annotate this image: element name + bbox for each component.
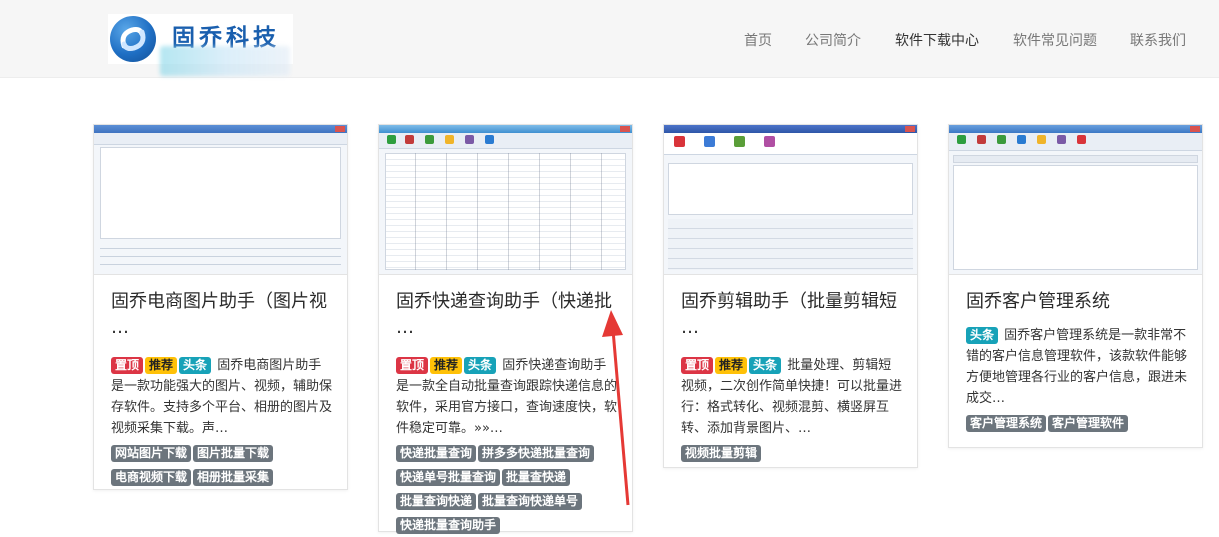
tag[interactable]: 批量查快递 [502,469,571,486]
close-icon [905,126,915,132]
product-title[interactable]: 固乔剪辑助手（批量剪辑短… [681,289,903,341]
product-card[interactable]: 固乔剪辑助手（批量剪辑短… 置顶 推荐 头条 批量处理、剪辑短视频，二次创作简单快捷… [663,124,918,468]
badge-top: 置顶 [681,357,714,374]
product-screenshot[interactable] [94,125,347,275]
nav-item-about[interactable]: 公司简介 [805,30,861,50]
product-card[interactable]: 固乔客户管理系统 头条 固乔客户管理系统是一款非常不错的客户信息管理软件，该款软… [948,124,1203,448]
blurred-region [160,46,290,76]
product-screenshot[interactable] [949,125,1202,275]
product-title[interactable]: 固乔电商图片助手（图片视… [111,289,333,341]
tag[interactable]: 客户管理系统 [966,415,1047,432]
nav-item-home[interactable]: 首页 [744,30,772,50]
tag-list: 网站图片下载 图片批量下载 电商视频下载 相册批量采集 [111,441,333,489]
tag[interactable]: 客户管理软件 [1048,415,1129,432]
tag[interactable]: 批量查询快递单号 [478,493,583,510]
tag[interactable]: 图片批量下载 [193,445,274,462]
badge-headline: 头条 [749,357,782,374]
badge-recommend: 推荐 [430,357,463,374]
tag-list: 视频批量剪辑 [681,441,903,465]
product-title[interactable]: 固乔快递查询助手（快递批… [396,289,618,341]
nav-item-contact[interactable]: 联系我们 [1130,30,1186,50]
product-description: 固乔客户管理系统是一款非常不错的客户信息管理软件，该款软件能够方便地管理各行业的… [966,328,1188,406]
tag[interactable]: 网站图片下载 [111,445,192,462]
tag[interactable]: 拼多多快递批量查询 [478,445,595,462]
nav-item-downloads[interactable]: 软件下载中心 [895,30,979,50]
tag[interactable]: 快递单号批量查询 [396,469,501,486]
badge-headline: 头条 [966,327,999,344]
badge-recommend: 推荐 [715,357,748,374]
product-screenshot[interactable] [379,125,632,275]
logo-swirl-icon [110,16,156,62]
product-screenshot[interactable] [664,125,917,275]
badge-recommend: 推荐 [145,357,178,374]
tag[interactable]: 视频批量剪辑 [681,445,762,462]
tag[interactable]: 批量查询快递 [396,493,477,510]
tag-list: 快递批量查询 拼多多快递批量查询 快递单号批量查询 批量查快递 批量查询快递 批量查询… [396,441,618,537]
close-icon [1190,126,1200,132]
tag[interactable]: 快递批量查询 [396,445,477,462]
tag-list: 客户管理系统 客户管理软件 [966,411,1188,435]
product-title[interactable]: 固乔客户管理系统 [966,289,1188,315]
close-icon [620,126,630,132]
tag[interactable]: 电商视频下载 [111,469,192,486]
tag[interactable]: 相册批量采集 [193,469,274,486]
product-card[interactable]: 固乔快递查询助手（快递批… 置顶 推荐 头条 固乔快递查询助手是一款全自动批量查询跟… [378,124,633,534]
badge-headline: 头条 [464,357,497,374]
product-card[interactable]: 固乔电商图片助手（图片视… 置顶 推荐 头条 固乔电商图片助手是一款功能强大的图片、… [93,124,348,490]
close-icon [335,126,345,132]
badge-top: 置顶 [111,357,144,374]
site-header: 固乔科技 首页 公司简介 软件下载中心 软件常见问题 联系我们 [0,0,1219,78]
badge-headline: 头条 [179,357,212,374]
nav-item-faq[interactable]: 软件常见问题 [1013,30,1097,50]
tag[interactable]: 快递批量查询助手 [396,517,501,534]
badge-top: 置顶 [396,357,429,374]
